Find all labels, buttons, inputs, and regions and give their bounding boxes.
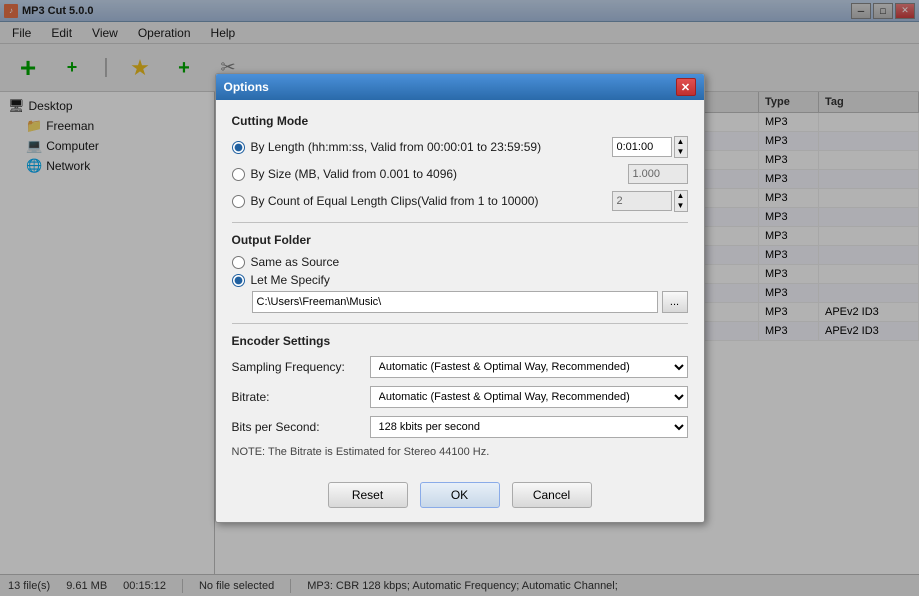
sampling-label: Sampling Frequency: [232,360,362,374]
dialog-title-bar: Options ✕ [216,74,704,100]
length-spin-up[interactable]: ▲ [675,137,687,147]
sampling-row: Sampling Frequency: Automatic (Fastest &… [232,356,688,378]
output-folder-label: Output Folder [232,233,688,247]
by-length-value: ▲ ▼ [612,136,688,158]
radio-let-me-specify-label: Let Me Specify [251,273,330,287]
radio-by-count[interactable] [232,195,245,208]
radio-by-size-group: By Size (MB, Valid from 0.001 to 4096) [232,164,688,184]
count-input[interactable] [612,191,672,211]
radio-same-as-source[interactable] [232,256,245,269]
length-time-input[interactable] [612,137,672,157]
bitrate-note: NOTE: The Bitrate is Estimated for Stere… [232,446,688,458]
main-window: ♪ MP3 Cut 5.0.0 ─ □ ✕ File Edit View Ope… [0,0,919,596]
ok-button[interactable]: OK [420,482,500,508]
radio-by-count-group: By Count of Equal Length Clips(Valid fro… [232,190,688,212]
modal-overlay: Options ✕ Cutting Mode By Length (hh:mm:… [0,0,919,596]
encoder-label: Encoder Settings [232,334,688,348]
radio-let-me-specify[interactable] [232,274,245,287]
radio-by-length-group: By Length (hh:mm:ss, Valid from 00:00:01… [232,136,688,158]
by-count-value: ▲ ▼ [612,190,688,212]
dialog-buttons: Reset OK Cancel [216,472,704,522]
output-path-input[interactable] [252,291,658,313]
dialog-content: Cutting Mode By Length (hh:mm:ss, Valid … [216,100,704,472]
output-folder-section: Output Folder Same as Source Let Me Spec… [232,233,688,313]
radio-same-as-source-label: Same as Source [251,255,340,269]
options-dialog: Options ✕ Cutting Mode By Length (hh:mm:… [215,73,705,523]
count-spin-up[interactable]: ▲ [675,191,687,201]
radio-by-length[interactable] [232,141,245,154]
separator2 [232,323,688,324]
radio-by-count-label: By Count of Equal Length Clips(Valid fro… [251,194,539,208]
count-spin-down[interactable]: ▼ [675,201,687,211]
dialog-title: Options [224,80,269,94]
reset-button[interactable]: Reset [328,482,408,508]
separator1 [232,222,688,223]
encoder-section: Encoder Settings Sampling Frequency: Aut… [232,334,688,458]
bitrate-label: Bitrate: [232,390,362,404]
dialog-close-button[interactable]: ✕ [676,78,696,96]
radio-by-size[interactable] [232,168,245,181]
radio-by-length-label: By Length (hh:mm:ss, Valid from 00:00:01… [251,140,542,154]
radio-by-size-label: By Size (MB, Valid from 0.001 to 4096) [251,167,458,181]
bitrate-row: Bitrate: Automatic (Fastest & Optimal Wa… [232,386,688,408]
length-spin-down[interactable]: ▼ [675,147,687,157]
length-spinner: ▲ ▼ [674,136,688,158]
bps-label: Bits per Second: [232,420,362,434]
radio-let-me-specify-row: Let Me Specify [232,273,688,287]
size-input[interactable] [628,164,688,184]
path-row: ... [252,291,688,313]
bitrate-select[interactable]: Automatic (Fastest & Optimal Way, Recomm… [370,386,688,408]
sampling-select[interactable]: Automatic (Fastest & Optimal Way, Recomm… [370,356,688,378]
bps-row: Bits per Second: 128 kbits per second [232,416,688,438]
radio-same-as-source-row: Same as Source [232,255,688,269]
bps-select[interactable]: 128 kbits per second [370,416,688,438]
count-spinner: ▲ ▼ [674,190,688,212]
cancel-button[interactable]: Cancel [512,482,592,508]
cutting-mode-label: Cutting Mode [232,114,688,128]
browse-button[interactable]: ... [662,291,688,313]
by-size-value [628,164,688,184]
